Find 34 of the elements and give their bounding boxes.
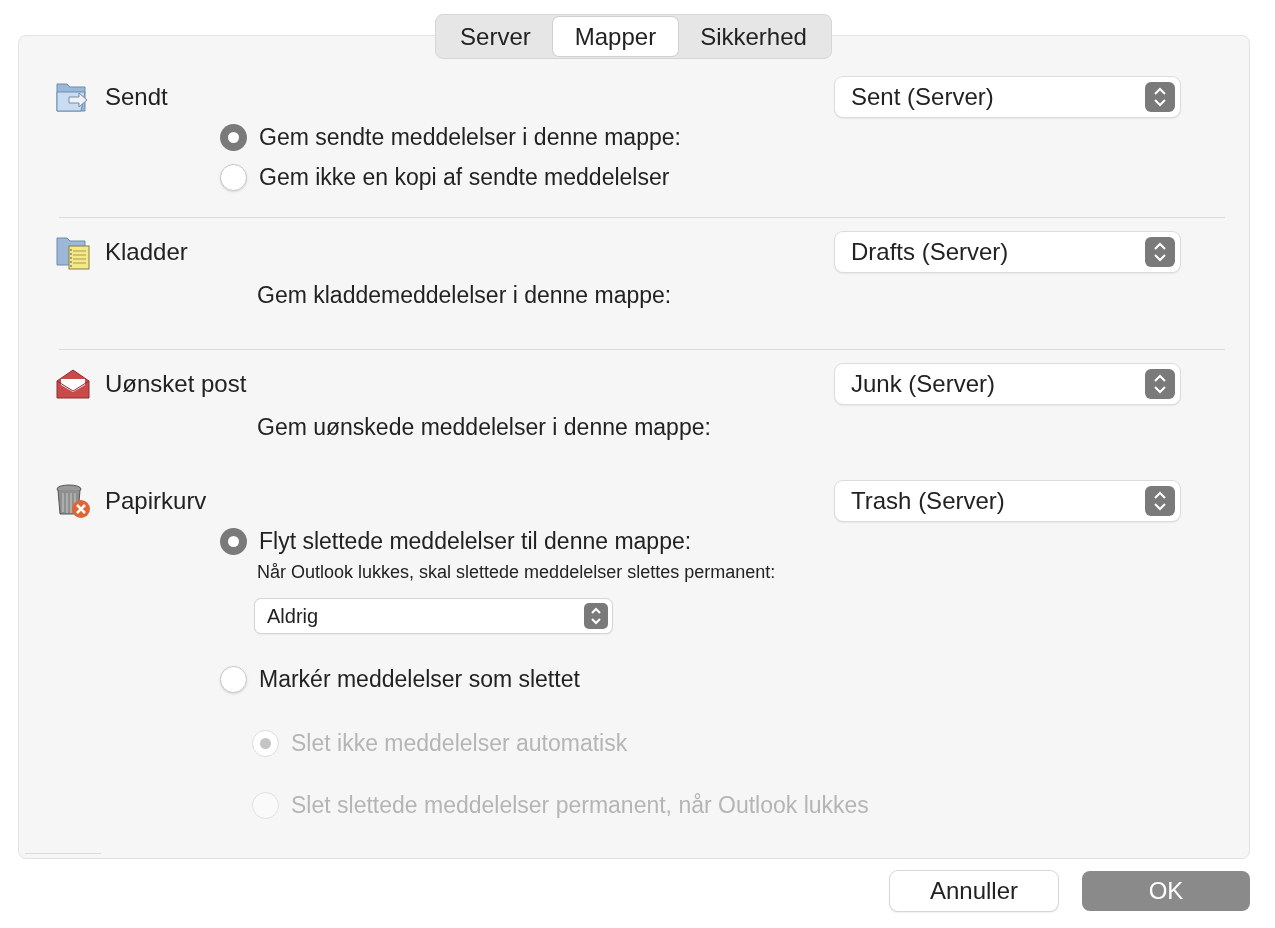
- description-text: Gem uønskede meddelelser i denne mappe:: [257, 412, 711, 442]
- folder-dropdown[interactable]: Drafts (Server): [835, 232, 1180, 272]
- section-title: Kladder: [105, 237, 188, 267]
- trash-can-icon: [55, 483, 91, 519]
- stepper-icon: [1145, 237, 1175, 267]
- radio-label: Markér meddelelser som slettet: [259, 664, 580, 694]
- radio-label: Slet slettede meddelelser permanent, når Outlook lukkes: [291, 790, 869, 820]
- cancel-button[interactable]: Annuller: [890, 871, 1058, 911]
- dropdown[interactable]: Aldrig: [255, 599, 612, 633]
- envelope-icon: [55, 368, 91, 400]
- stepper-icon: [1145, 369, 1175, 399]
- section-title: Sendt: [105, 82, 168, 112]
- stepper-icon: [584, 603, 608, 629]
- radio-button[interactable]: [220, 665, 247, 693]
- radio-button[interactable]: [220, 527, 247, 555]
- tab[interactable]: Server: [438, 17, 553, 56]
- tab[interactable]: Sikkerhed: [678, 17, 829, 56]
- section-title: Uønsket post: [105, 369, 247, 399]
- tab[interactable]: Mapper: [552, 17, 679, 56]
- description-text: Gem kladdemeddelelser i denne mappe:: [257, 280, 672, 310]
- radio-label: Gem sendte meddelelser i denne mappe:: [259, 122, 681, 152]
- section-title: Papirkurv: [105, 486, 207, 516]
- folder-dropdown[interactable]: Sent (Server): [835, 77, 1180, 117]
- folder-dropdown[interactable]: Trash (Server): [835, 481, 1180, 521]
- stepper-icon: [1145, 82, 1175, 112]
- stepper-icon: [1145, 486, 1175, 516]
- radio-label: Gem ikke en kopi af sendte meddelelser: [259, 162, 670, 192]
- radio-label: Slet ikke meddelelser automatisk: [291, 728, 628, 758]
- folder-dropdown[interactable]: Junk (Server): [835, 364, 1180, 404]
- note-text: Når Outlook lukkes, skal slettede meddelelser slettes permanent:: [257, 560, 776, 584]
- radio-label: Flyt slettede meddelelser til denne mappe:: [259, 526, 692, 556]
- radio-button[interactable]: [220, 123, 247, 151]
- radio-button[interactable]: [220, 163, 247, 191]
- folder-notepad-icon: [55, 234, 91, 270]
